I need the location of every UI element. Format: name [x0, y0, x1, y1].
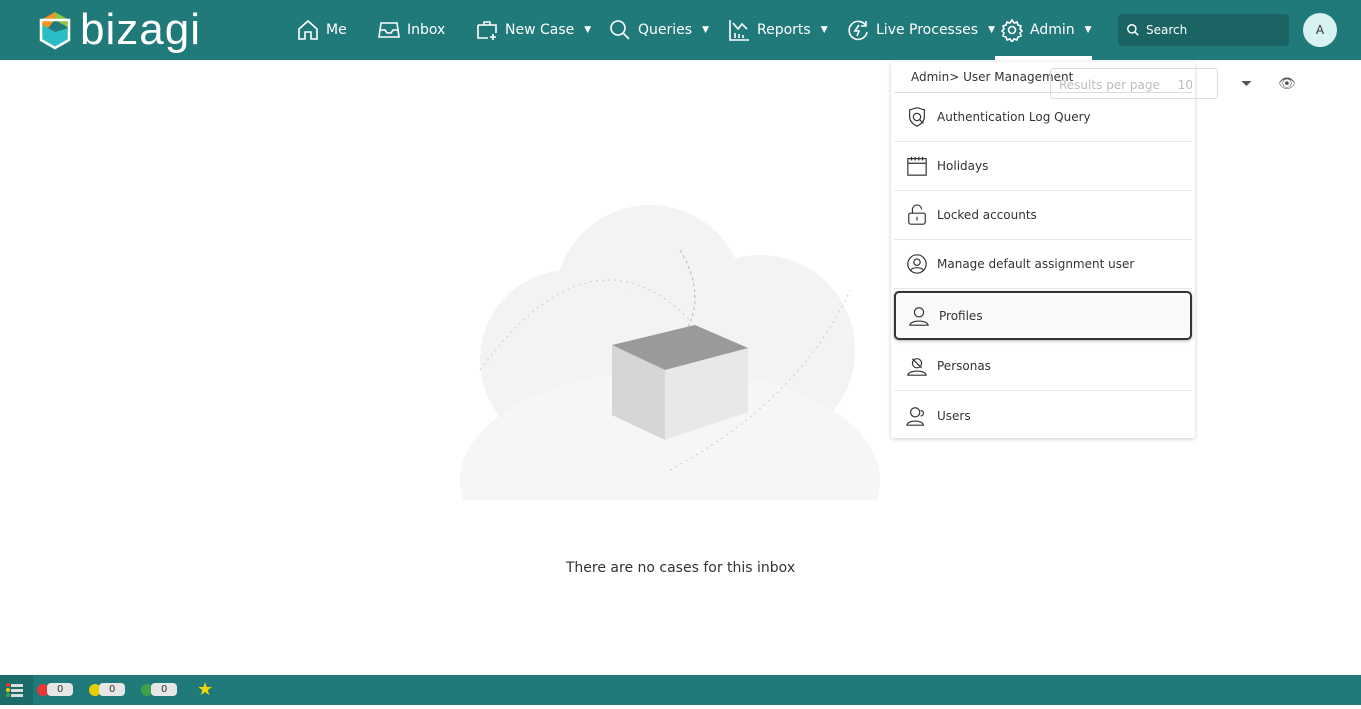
shield-search-icon — [909, 107, 925, 127]
search-icon — [610, 20, 630, 40]
nav-label: Me — [326, 22, 347, 38]
results-per-page-select[interactable]: Results per page 10 — [1050, 68, 1218, 99]
chart-icon — [729, 20, 749, 41]
caret-down-icon: ▼ — [702, 25, 709, 35]
admin-dropdown-menu: Admin> User Management Authentication Lo… — [891, 62, 1195, 438]
users-icon — [906, 406, 925, 426]
menu-item-label: Users — [937, 408, 971, 423]
filter-icon[interactable]: ⏷ — [1241, 76, 1252, 92]
caret-down-icon: ▼ — [820, 25, 828, 35]
menu-item-manage-default-assignment-user[interactable]: Manage default assignment user — [894, 240, 1192, 289]
menu-item-label: Profiles — [939, 308, 983, 323]
avatar[interactable]: A — [1303, 13, 1337, 47]
caret-down-icon: ▼ — [988, 25, 995, 35]
nav-queries[interactable]: Queries ▼ — [608, 0, 709, 60]
nav-live-processes[interactable]: Live Processes ▼ — [846, 0, 995, 60]
nav-inbox[interactable]: Inbox — [377, 0, 445, 60]
nav-label: Reports — [757, 22, 811, 38]
status-bar: 0 0 0 ★ — [0, 675, 1361, 705]
top-bar: bizagi Me Inbox New Case ▼ Queries ▼ Repor… — [0, 0, 1361, 60]
nav-new-case[interactable]: New Case ▼ — [475, 0, 591, 60]
star-icon[interactable]: ★ — [197, 679, 213, 700]
menu-item-label: Manage default assignment user — [937, 257, 1135, 271]
menu-item-label: Personas — [937, 359, 991, 373]
nav-me[interactable]: Me — [296, 0, 347, 60]
menu-item-label: Locked accounts — [937, 208, 1037, 222]
menu-item-label: Holidays — [937, 159, 989, 173]
nav-label: Live Processes — [876, 22, 979, 38]
menu-item-profiles[interactable]: Profiles — [894, 291, 1192, 340]
at-risk-counter[interactable]: 0 — [89, 683, 126, 696]
search-placeholder: Search — [1146, 23, 1188, 37]
nav-reports[interactable]: Reports ▼ — [727, 0, 828, 60]
list-icon — [6, 683, 23, 697]
overdue-counter[interactable]: 0 — [37, 683, 74, 696]
user-icon — [909, 306, 929, 326]
calendar-icon — [907, 156, 927, 176]
inbox-icon — [378, 22, 400, 38]
logo-text: bizagi — [80, 5, 201, 54]
nav-label: New Case — [505, 22, 575, 38]
lock-icon — [908, 204, 926, 225]
empty-inbox-illustration — [460, 205, 880, 500]
menu-item-users[interactable]: Users — [894, 391, 1192, 440]
caret-down-icon: ▼ — [584, 25, 592, 35]
nav-admin[interactable]: Admin ▼ — [1000, 0, 1092, 60]
menu-item-holidays[interactable]: Holidays — [894, 142, 1192, 191]
empty-message: There are no cases for this inbox — [565, 560, 796, 576]
live-process-icon — [848, 20, 868, 41]
eye-icon[interactable]: 👁 — [1278, 76, 1296, 92]
counter-value: 0 — [151, 683, 178, 696]
gear-icon — [1000, 18, 1024, 42]
bizagi-logo[interactable]: bizagi — [38, 6, 201, 54]
menu-item-personas[interactable]: Personas — [894, 342, 1192, 391]
active-nav-indicator — [995, 56, 1092, 60]
counter-value: 0 — [47, 683, 74, 696]
menu-item-label: Authentication Log Query — [937, 110, 1091, 124]
nav-label: Inbox — [407, 22, 446, 38]
caret-down-icon: ▼ — [1084, 25, 1092, 35]
menu-item-authentication-log-query[interactable]: Authentication Log Query — [894, 93, 1192, 142]
counter-value: 0 — [99, 683, 126, 696]
nav-label: Admin — [1030, 22, 1075, 38]
list-menu-icon[interactable] — [0, 675, 33, 705]
results-label: Results per page — [1059, 78, 1160, 92]
on-time-counter[interactable]: 0 — [141, 683, 178, 696]
new-case-icon — [477, 21, 497, 40]
search-icon — [1127, 24, 1139, 36]
user-circle-icon — [907, 254, 927, 274]
search-input[interactable]: Search — [1118, 14, 1289, 46]
logo-icon — [39, 12, 71, 50]
menu-item-locked-accounts[interactable]: Locked accounts — [894, 191, 1192, 240]
personas-icon — [907, 358, 927, 376]
results-value: 10 — [1177, 78, 1193, 92]
home-icon — [298, 19, 318, 40]
nav-label: Queries — [638, 22, 693, 38]
